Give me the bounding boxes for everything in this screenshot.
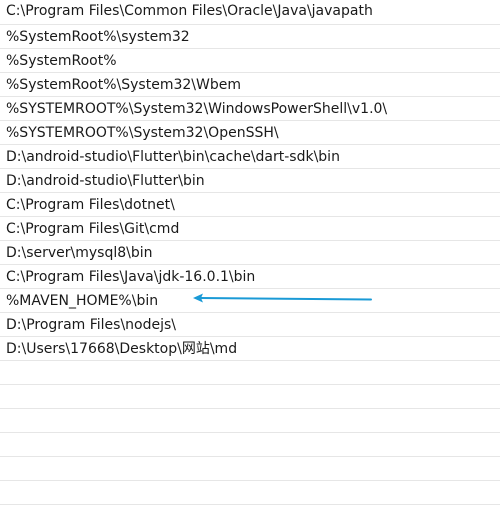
empty-path-entry[interactable] — [0, 481, 500, 505]
path-entry[interactable]: %SYSTEMROOT%\System32\WindowsPowerShell\… — [0, 97, 500, 121]
empty-path-entry[interactable] — [0, 433, 500, 457]
path-entry[interactable]: D:\server\mysql8\bin — [0, 241, 500, 265]
path-entry[interactable]: C:\Program Files\Git\cmd — [0, 217, 500, 241]
empty-path-entry[interactable] — [0, 361, 500, 385]
path-entry[interactable]: %SYSTEMROOT%\System32\OpenSSH\ — [0, 121, 500, 145]
empty-path-entry[interactable] — [0, 409, 500, 433]
path-entry[interactable]: C:\Program Files\Common Files\Oracle\Jav… — [0, 0, 500, 25]
path-entry[interactable]: D:\Program Files\nodejs\ — [0, 313, 500, 337]
path-entry[interactable]: C:\Program Files\dotnet\ — [0, 193, 500, 217]
path-entry[interactable]: D:\Users\17668\Desktop\网站\md — [0, 337, 500, 361]
path-entry[interactable]: %SystemRoot%\System32\Wbem — [0, 73, 500, 97]
path-entry[interactable]: %SystemRoot%\system32 — [0, 25, 500, 49]
path-entry-maven-home[interactable]: %MAVEN_HOME%\bin — [0, 289, 500, 313]
path-entry[interactable]: D:\android-studio\Flutter\bin — [0, 169, 500, 193]
empty-path-entry[interactable] — [0, 385, 500, 409]
empty-path-entry[interactable] — [0, 457, 500, 481]
path-entry[interactable]: %SystemRoot% — [0, 49, 500, 73]
path-entry[interactable]: D:\android-studio\Flutter\bin\cache\dart… — [0, 145, 500, 169]
path-variable-list: C:\Program Files\Common Files\Oracle\Jav… — [0, 0, 500, 516]
path-entry[interactable]: C:\Program Files\Java\jdk-16.0.1\bin — [0, 265, 500, 289]
